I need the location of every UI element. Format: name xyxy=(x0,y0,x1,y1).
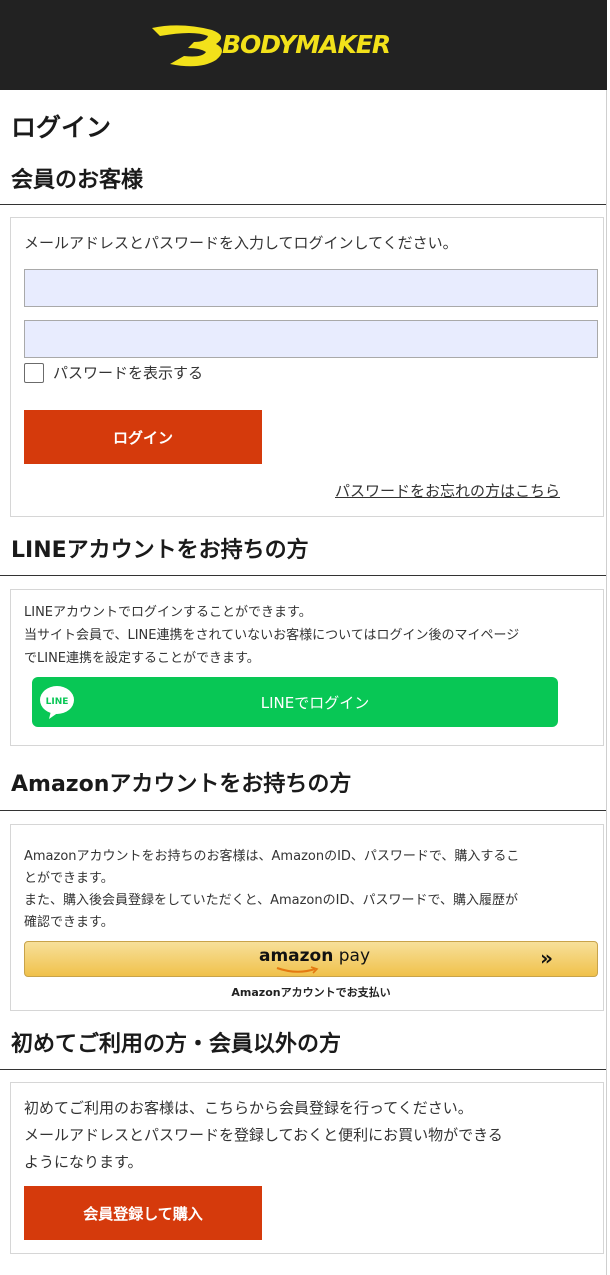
section-divider xyxy=(0,204,606,205)
amazon-description-line: また、購入後会員登録をしていただくと、AmazonのID、パスワードで、購入履歴… xyxy=(24,893,518,908)
amazon-pay-button[interactable]: amazon pay » xyxy=(24,941,598,977)
line-description-line: でLINE連携を設定することができます。 xyxy=(24,651,260,666)
page-edge-line xyxy=(606,90,607,1275)
amazon-section-title: Amazonアカウントをお持ちの方 xyxy=(11,772,352,797)
amazon-pay-logo: amazon pay xyxy=(259,946,370,966)
line-description-line: 当サイト会員で、LINE連携をされていないお客様についてはログイン後のマイページ xyxy=(24,628,520,643)
guest-description-line: 初めてご利用のお客様は、こちらから会員登録を行ってください。 xyxy=(24,1099,473,1117)
amazon-description-line: Amazonアカウントをお持ちのお客様は、AmazonのID、パスワードで、購入… xyxy=(24,849,520,864)
section-divider xyxy=(0,575,606,576)
bodymaker-logo-icon xyxy=(152,25,222,67)
line-login-button[interactable]: LINE LINEでログイン xyxy=(32,677,558,727)
login-button[interactable]: ログイン xyxy=(24,410,262,464)
guest-section-title: 初めてご利用の方・会員以外の方 xyxy=(11,1032,342,1057)
bodymaker-logo[interactable]: BODYMAKER xyxy=(150,20,450,70)
amazon-pay-caption: Amazonアカウントでお支払い xyxy=(231,986,391,999)
show-password-checkbox[interactable] xyxy=(24,363,44,383)
login-instruction: メールアドレスとパスワードを入力してログインしてください。 xyxy=(24,234,458,252)
show-password-label[interactable]: パスワードを表示する xyxy=(53,362,203,383)
amazon-smile-icon xyxy=(276,966,319,974)
password-input[interactable] xyxy=(24,320,598,358)
page-title: ログイン xyxy=(11,113,112,142)
section-divider xyxy=(0,1069,606,1070)
section-divider xyxy=(0,810,606,811)
amazon-wordmark: amazon xyxy=(259,946,334,966)
amazon-description-line: 確認できます。 xyxy=(24,915,114,930)
email-input[interactable] xyxy=(24,269,598,307)
pay-wordmark: pay xyxy=(333,946,371,966)
site-header: BODYMAKER xyxy=(0,0,607,90)
forgot-password-link[interactable]: パスワードをお忘れの方はこちら xyxy=(335,480,560,501)
amazon-description-line: とができます。 xyxy=(24,871,114,886)
member-section-title: 会員のお客様 xyxy=(11,168,144,193)
guest-description-line: ようになります。 xyxy=(24,1153,143,1171)
brand-wordmark: BODYMAKER xyxy=(222,30,391,59)
line-description-line: LINEアカウントでログインすることができます。 xyxy=(24,605,312,620)
guest-description-line: メールアドレスとパスワードを登録しておくと便利にお買い物ができる xyxy=(24,1126,503,1144)
line-section-title: LINEアカウントをお持ちの方 xyxy=(11,538,309,563)
register-and-purchase-button[interactable]: 会員登録して購入 xyxy=(24,1186,262,1240)
line-button-label: LINEでログイン xyxy=(260,693,370,712)
double-chevron-right-icon: » xyxy=(540,946,553,970)
